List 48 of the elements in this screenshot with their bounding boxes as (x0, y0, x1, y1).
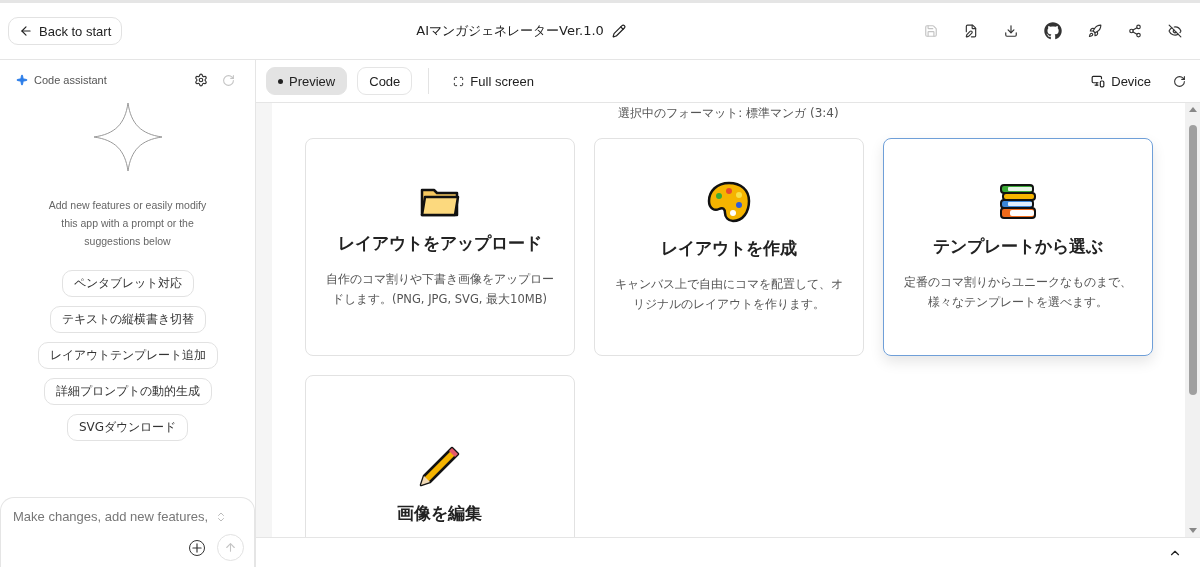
suggestion-chip[interactable]: 詳細プロンプトの動的生成 (43, 378, 212, 405)
github-icon (1044, 22, 1062, 40)
download-icon (1004, 24, 1018, 38)
scroll-up-icon[interactable] (1188, 107, 1197, 112)
devices-icon (1091, 74, 1106, 88)
format-text: 選択中のフォーマット: 標準マンガ (3:4) (618, 105, 839, 122)
card-title: テンプレートから選ぶ (932, 234, 1103, 258)
suggestion-chip[interactable]: テキストの縦横書き切替 (49, 306, 206, 333)
intro-text: Add new features or easily modify this app with a prompt or the suggestions below (47, 198, 208, 249)
device-button[interactable]: Device (1083, 69, 1159, 93)
palette-icon (706, 180, 751, 223)
pencil-icon[interactable] (611, 24, 626, 38)
card-description: キャンバス上で自由にコマを配置して、オリジナルのレイアウトを作ります。 (614, 275, 843, 313)
project-title: AIマンガジェネレーターVer.1.0 (416, 22, 604, 40)
fullscreen-button[interactable]: Full screen (445, 69, 542, 93)
scroll-down-icon[interactable] (1188, 528, 1197, 533)
suggestion-chip[interactable]: SVGダウンロード (66, 414, 189, 441)
assistant-title: Code assistant (34, 74, 108, 86)
scrollbar-thumb[interactable] (1188, 125, 1197, 395)
back-button[interactable]: Back to start (8, 17, 123, 45)
option-card[interactable]: レイアウトを作成 キャンバス上で自由にコマを配置して、オリジナルのレイアウトを作ります。 (593, 138, 864, 356)
sparkle-icon (16, 74, 28, 86)
stepper-icon (215, 510, 227, 523)
refresh-icon (222, 73, 235, 87)
view-tab[interactable]: Preview (266, 67, 348, 95)
card-title: レイアウトをアップロード (337, 231, 542, 255)
option-card[interactable]: テンプレートから選ぶ 定番のコマ割りからユニークなものまで、様々なテンプレートを選べます。 (882, 138, 1153, 356)
card-description: 自作のコマ割りや下書き画像をアップロードします。(PNG, JPG, SVG, 最大10MB) (325, 270, 554, 308)
fullscreen-icon (453, 75, 465, 87)
card-title: 画像を編集 (397, 501, 482, 525)
save-icon (924, 24, 938, 38)
eye-off-icon (1168, 24, 1182, 38)
card-description: 定番のコマ割りからユニークなものまで、様々なテンプレートを選べます。 (903, 273, 1132, 311)
suggestion-chip[interactable]: ペンタブレット対応 (61, 270, 194, 297)
option-card[interactable]: レイアウトをアップロード 自作のコマ割りや下書き画像をアップロードします。(PNG, JPG, SVG, 最大10MB) (304, 138, 575, 356)
suggestion-chip[interactable]: レイアウトテンプレート追加 (37, 342, 218, 369)
dot-icon (278, 78, 283, 84)
file-edit-icon (964, 24, 978, 38)
share-icon (1128, 24, 1142, 38)
gear-icon (194, 73, 208, 87)
books-icon (997, 182, 1038, 221)
arrow-up-icon (224, 541, 237, 554)
card-title: レイアウトを作成 (660, 236, 797, 260)
view-tab[interactable]: Code (357, 67, 413, 95)
option-card[interactable]: 画像を編集 (304, 375, 575, 537)
reload-icon (1173, 74, 1186, 88)
rocket-icon (1088, 24, 1102, 38)
sparkle-drawing (92, 102, 163, 172)
